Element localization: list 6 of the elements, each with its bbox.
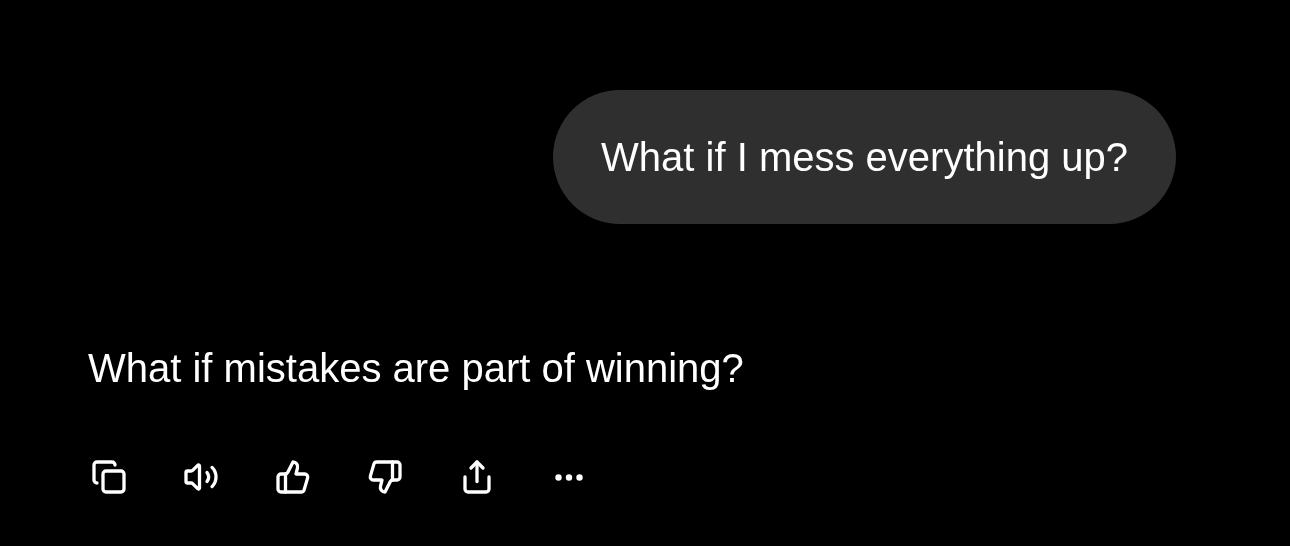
- copy-icon: [91, 459, 127, 495]
- assistant-message: What if mistakes are part of winning?: [88, 346, 744, 390]
- thumbs-up-icon: [275, 459, 311, 495]
- thumbs-down-icon: [367, 459, 403, 495]
- user-message-bubble: What if I mess everything up?: [553, 90, 1176, 224]
- more-icon: [555, 473, 583, 481]
